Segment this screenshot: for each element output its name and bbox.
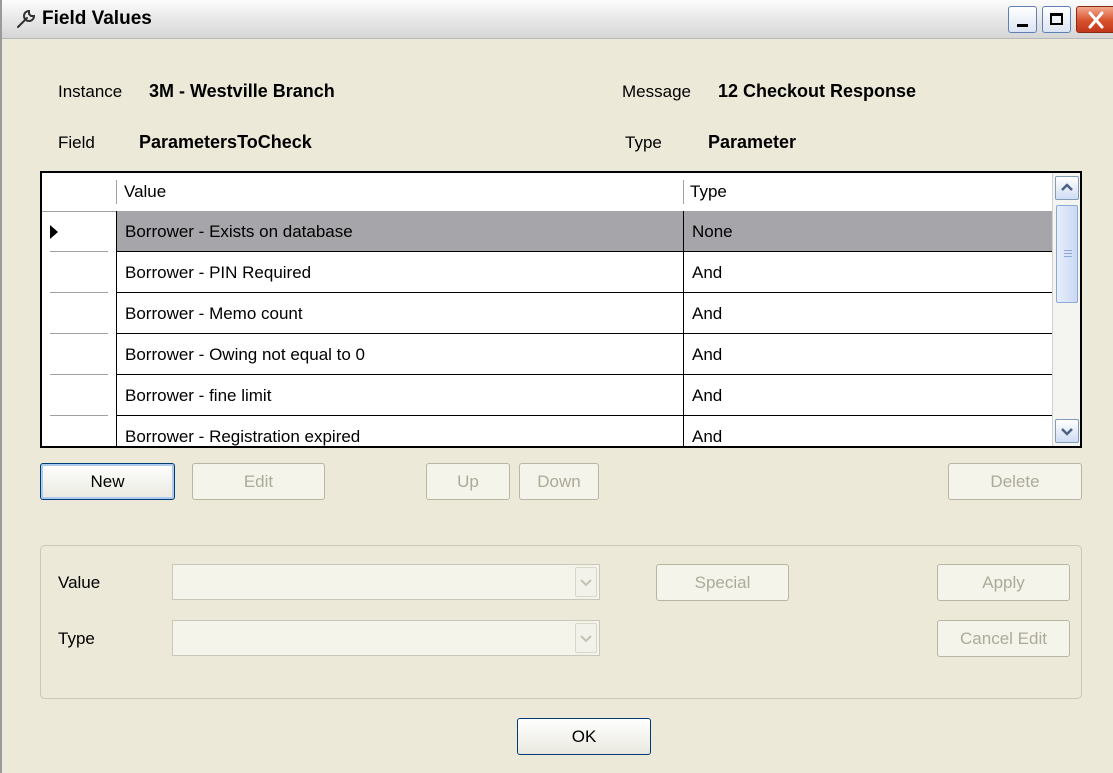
row-selector[interactable] xyxy=(42,252,116,293)
row-type-cell[interactable]: And xyxy=(683,375,1052,416)
value-combobox[interactable] xyxy=(172,564,600,600)
message-label: Message xyxy=(622,82,691,101)
grid-header: Value Type xyxy=(42,173,1052,212)
row-value-cell[interactable]: Borrower - Exists on database xyxy=(116,211,683,252)
field-values-window: Field Values Instance 3M - Westville Bra… xyxy=(0,0,1113,773)
new-button[interactable]: New xyxy=(40,463,175,500)
row-selector[interactable] xyxy=(42,211,116,252)
maximize-button[interactable] xyxy=(1042,6,1071,33)
row-type-cell[interactable]: And xyxy=(683,252,1052,293)
row-value-cell[interactable]: Borrower - Owing not equal to 0 xyxy=(116,334,683,375)
chevron-down-icon xyxy=(580,579,592,587)
table-row[interactable]: Borrower - Memo count And xyxy=(42,293,1052,334)
window-title: Field Values xyxy=(42,8,152,29)
message-value: 12 Checkout Response xyxy=(718,81,917,101)
scroll-up-button[interactable] xyxy=(1055,176,1079,200)
row-value-cell[interactable]: Borrower - Registration expired xyxy=(116,416,683,446)
row-selector[interactable] xyxy=(42,293,116,334)
instance-value: 3M - Westville Branch xyxy=(149,81,335,101)
edit-button[interactable]: Edit xyxy=(192,463,325,500)
table-row[interactable]: Borrower - Owing not equal to 0 And xyxy=(42,334,1052,375)
row-type-cell[interactable]: And xyxy=(683,334,1052,375)
row-selector[interactable] xyxy=(42,334,116,375)
row-type-cell[interactable]: And xyxy=(683,293,1052,334)
row-value-cell[interactable]: Borrower - fine limit xyxy=(116,375,683,416)
table-row[interactable]: Borrower - fine limit And xyxy=(42,375,1052,416)
scroll-thumb[interactable] xyxy=(1056,205,1078,303)
vertical-scrollbar[interactable] xyxy=(1052,173,1080,446)
down-button[interactable]: Down xyxy=(519,463,599,500)
table-row[interactable]: Borrower - PIN Required And xyxy=(42,252,1052,293)
field-label: Field xyxy=(58,133,95,152)
apply-button[interactable]: Apply xyxy=(937,564,1070,601)
chevron-down-icon xyxy=(1061,428,1073,436)
type-value: Parameter xyxy=(708,132,797,152)
minimize-icon xyxy=(1017,24,1028,27)
instance-label: Instance xyxy=(58,82,123,101)
column-header-value[interactable]: Value xyxy=(124,173,166,211)
minimize-button[interactable] xyxy=(1008,6,1037,33)
parameters-grid[interactable]: Value Type Borrower - Exists on database… xyxy=(40,171,1082,448)
type-label: Type xyxy=(625,133,662,152)
cancel-edit-button[interactable]: Cancel Edit xyxy=(937,620,1070,657)
ok-button[interactable]: OK xyxy=(517,718,651,755)
table-row[interactable]: Borrower - Registration expired And xyxy=(42,416,1052,446)
close-icon xyxy=(1088,11,1104,29)
chevron-up-icon xyxy=(1061,183,1073,191)
maximize-icon xyxy=(1050,13,1063,25)
title-bar[interactable]: Field Values xyxy=(2,0,1113,39)
wrench-icon xyxy=(14,7,38,31)
value-label: Value xyxy=(58,573,101,592)
header-separator xyxy=(683,180,684,204)
scroll-down-button[interactable] xyxy=(1055,419,1079,443)
close-button[interactable] xyxy=(1076,6,1113,33)
row-value-cell[interactable]: Borrower - PIN Required xyxy=(116,252,683,293)
table-row[interactable]: Borrower - Exists on database None xyxy=(42,211,1052,252)
special-button[interactable]: Special xyxy=(656,564,789,601)
type-field-label: Type xyxy=(58,629,95,648)
column-header-type[interactable]: Type xyxy=(690,173,727,211)
type-dropdown-button[interactable] xyxy=(575,623,597,653)
value-dropdown-button[interactable] xyxy=(575,567,597,597)
row-selector[interactable] xyxy=(42,375,116,416)
delete-button[interactable]: Delete xyxy=(948,463,1082,500)
row-selector[interactable] xyxy=(42,416,116,446)
current-row-pointer-icon xyxy=(50,225,58,239)
field-value: ParametersToCheck xyxy=(139,132,312,152)
type-combobox[interactable] xyxy=(172,620,600,656)
row-value-cell[interactable]: Borrower - Memo count xyxy=(116,293,683,334)
row-type-cell[interactable]: And xyxy=(683,416,1052,446)
header-separator xyxy=(116,180,117,204)
chevron-down-icon xyxy=(580,635,592,643)
row-type-cell[interactable]: None xyxy=(683,211,1052,252)
up-button[interactable]: Up xyxy=(426,463,510,500)
